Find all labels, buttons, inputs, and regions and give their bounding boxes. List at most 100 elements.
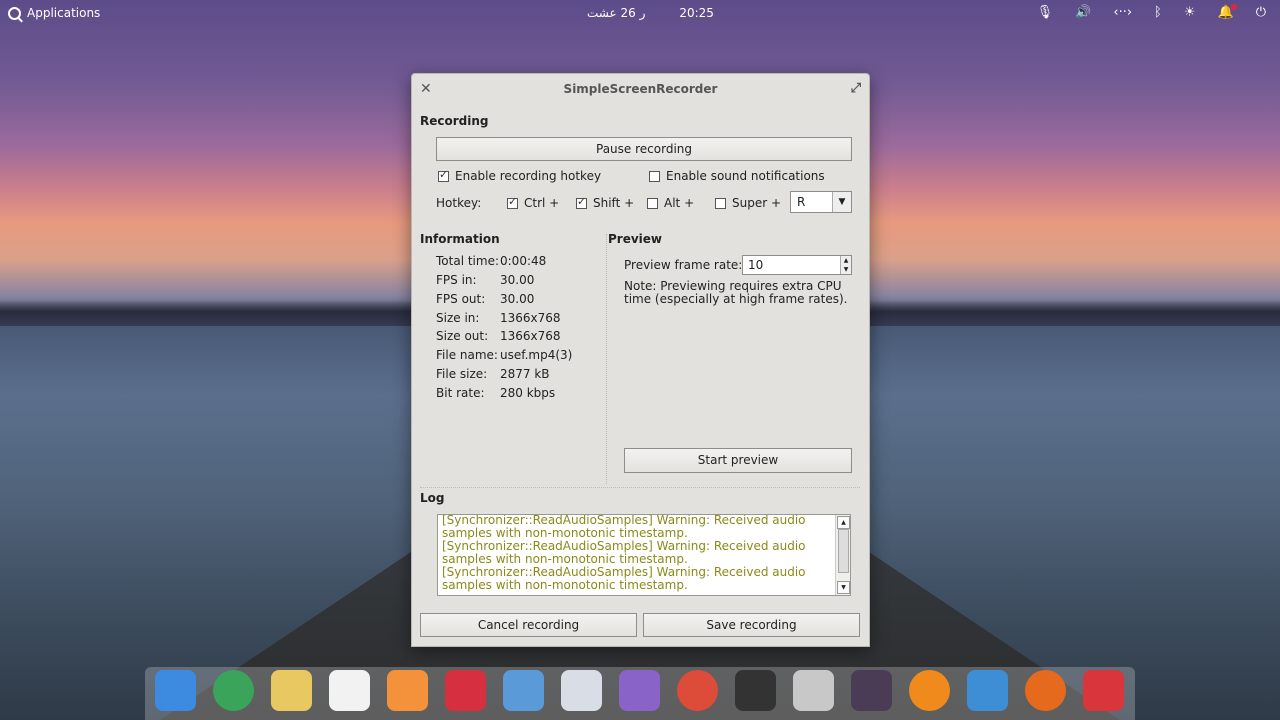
dock-icons [155, 670, 1124, 711]
search-icon [8, 6, 21, 20]
information-table: Total time: 0:00:48 FPS in: 30.00 FPS out:… [436, 254, 606, 414]
checkbox-icon [647, 198, 658, 209]
maximize-icon[interactable]: ⤢ [851, 74, 861, 104]
start-preview-button[interactable]: Start preview [624, 448, 852, 473]
preview-frame-rate-spinbox[interactable]: 10 ▲ ▼ [742, 255, 852, 275]
close-icon[interactable]: ✕ [420, 74, 432, 104]
information-heading: Information [420, 232, 500, 246]
log-scrollbar[interactable]: ▲ ▼ [835, 515, 850, 595]
checkbox-icon [576, 195, 587, 209]
play-icon[interactable] [909, 670, 950, 711]
hotkey-key-value: R [797, 195, 806, 209]
applications-menu[interactable]: Applications [8, 6, 100, 20]
info-value: 1366x768 [500, 311, 561, 325]
section-divider [420, 487, 860, 488]
info-value: 280 kbps [500, 386, 556, 400]
alt-checkbox[interactable]: Alt + [647, 196, 694, 210]
info-key: File name: [436, 348, 498, 362]
ctrl-label: Ctrl + [524, 196, 560, 210]
shift-label: Shift + [593, 196, 635, 210]
volume-icon[interactable]: 🔊 [1075, 5, 1091, 20]
app-center-icon[interactable] [619, 670, 660, 711]
checkbox-icon [438, 168, 449, 182]
info-value: 30.00 [500, 292, 535, 306]
info-key: Total time: [436, 254, 499, 268]
preview-note-line2: time (especially at high frame rates). [624, 292, 848, 306]
notifications-icon[interactable]: 🔔 [1218, 4, 1237, 20]
spin-arrows-icon[interactable]: ▲ ▼ [840, 256, 851, 274]
checkbox-icon [507, 195, 518, 209]
info-key: Size in: [436, 311, 480, 325]
window-title: SimpleScreenRecorder [563, 82, 718, 96]
notification-badge [1230, 4, 1237, 10]
shift-checkbox[interactable]: Shift + [576, 195, 635, 210]
info-value: 0:00:48 [500, 254, 547, 268]
info-key: Bit rate: [436, 386, 485, 400]
network-icon[interactable]: ‹··› [1113, 5, 1132, 20]
simplescreenrecorder-window: ✕ SimpleScreenRecorder ⤢ Recording Pause… [411, 73, 870, 647]
sound-notifications-checkbox[interactable]: Enable sound notifications [649, 169, 825, 183]
super-checkbox[interactable]: Super + [715, 196, 781, 210]
microphone-icon[interactable]: 🎙 [1037, 5, 1054, 20]
phone-icon[interactable] [851, 670, 892, 711]
settings-icon[interactable] [561, 670, 602, 711]
preview-note-line1: Note: Previewing requires extra CPU [624, 279, 842, 293]
info-key: FPS in: [436, 273, 477, 287]
info-value: 1366x768 [500, 329, 561, 343]
web-browser-icon[interactable] [213, 670, 254, 711]
hotkey-key-select[interactable]: R ▼ [790, 191, 852, 213]
checkbox-icon [715, 198, 726, 209]
info-key: File size: [436, 367, 488, 381]
info-value: 2877 kB [500, 367, 550, 381]
time-label: 20:25 [679, 6, 714, 20]
mail-icon[interactable] [271, 670, 312, 711]
enable-hotkey-label: Enable recording hotkey [455, 169, 602, 183]
preview-frame-rate-label: Preview frame rate: [624, 258, 743, 272]
log-view[interactable]: [Synchronizer::ReadAudioSamples] Warning… [437, 514, 851, 596]
cancel-recording-button[interactable]: Cancel recording [420, 613, 637, 637]
info-key: FPS out: [436, 292, 486, 306]
power-icon[interactable]: ⏻ [1256, 5, 1266, 20]
window-titlebar[interactable]: ✕ SimpleScreenRecorder ⤢ [412, 74, 869, 104]
recording-heading: Recording [420, 114, 489, 128]
chrome-icon[interactable] [677, 670, 718, 711]
preview-note: Note: Previewing requires extra CPU time… [624, 280, 847, 306]
info-value: 30.00 [500, 273, 535, 287]
multitasking-view-icon[interactable] [155, 670, 196, 711]
ctrl-checkbox[interactable]: Ctrl + [507, 195, 560, 210]
applications-label: Applications [27, 6, 101, 20]
info-value: usef.mp4(3) [500, 348, 573, 362]
bluetooth-icon[interactable]: ᛒ [1154, 5, 1162, 20]
save-recording-button[interactable]: Save recording [643, 613, 860, 637]
system-monitor-icon[interactable] [967, 670, 1008, 711]
clock[interactable]: ر 26 عشت 20:25 [587, 6, 714, 20]
log-heading: Log [420, 491, 445, 505]
files-icon[interactable] [793, 670, 834, 711]
music-icon[interactable] [387, 670, 428, 711]
screen-recorder-icon[interactable] [1083, 670, 1124, 711]
preview-heading: Preview [608, 232, 663, 246]
super-label: Super + [732, 196, 782, 210]
checkbox-icon [649, 171, 660, 182]
scroll-thumb[interactable] [838, 529, 849, 573]
scroll-up-icon[interactable]: ▲ [837, 516, 850, 529]
firefox-icon[interactable] [1025, 670, 1066, 711]
sound-notifications-label: Enable sound notifications [666, 169, 825, 183]
preview-frame-rate-value: 10 [748, 258, 764, 272]
enable-hotkey-checkbox[interactable]: Enable recording hotkey [438, 168, 602, 183]
top-panel: Applications ر 26 عشت 20:25 🎙 🔊 ‹··› ᛒ ☀… [0, 0, 1280, 28]
calendar-icon[interactable] [329, 670, 370, 711]
brightness-icon[interactable]: ☀ [1184, 5, 1196, 20]
column-divider [606, 234, 607, 484]
scroll-down-icon[interactable]: ▼ [837, 581, 850, 594]
info-key: Size out: [436, 329, 489, 343]
hotkey-label: Hotkey: [436, 196, 482, 210]
photos-icon[interactable] [503, 670, 544, 711]
alt-label: Alt + [664, 196, 695, 210]
pause-recording-button[interactable]: Pause recording [436, 137, 852, 161]
indicators: 🎙 🔊 ‹··› ᛒ ☀ 🔔 ⏻ [1037, 4, 1266, 20]
videos-icon[interactable] [445, 670, 486, 711]
log-lines: [Synchronizer::ReadAudioSamples] Warning… [442, 515, 832, 592]
terminal-icon[interactable] [735, 670, 776, 711]
log-line: samples with non-monotonic timestamp. [442, 578, 688, 592]
